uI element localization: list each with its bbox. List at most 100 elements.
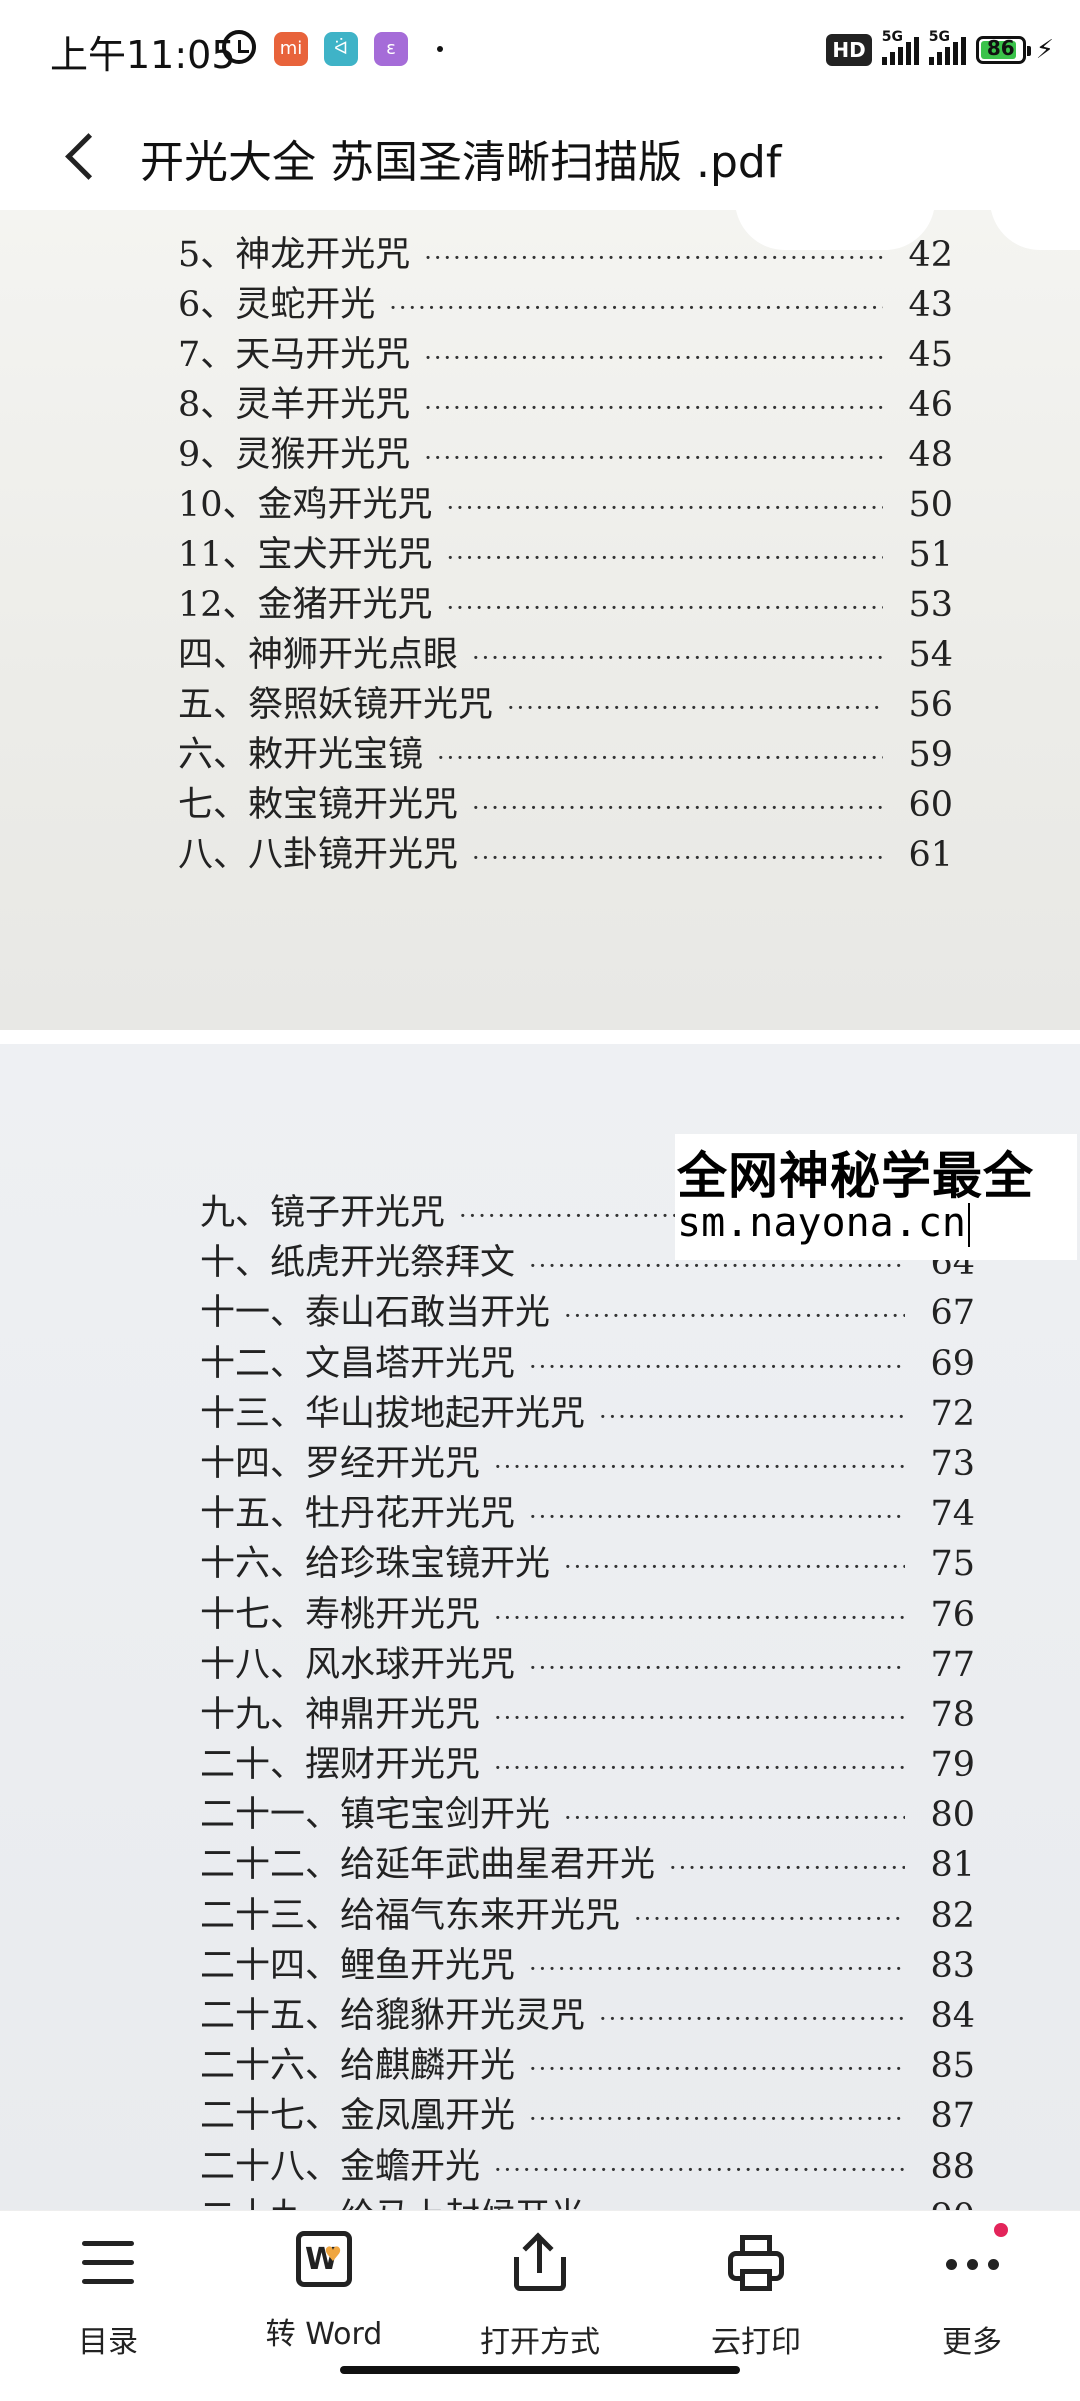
toc-entry-title: 四、神狮开光点眼 xyxy=(178,635,459,675)
toc-entry-page: 87 xyxy=(930,2096,975,2137)
toc-entry[interactable]: 十九、神鼎开光咒 78 xyxy=(200,1686,975,1736)
toc-entry-page: 84 xyxy=(930,1996,975,2036)
toc-entry-title: 二十、摆财开光咒 xyxy=(200,1745,481,1786)
toc-entry-title: 9、灵猴开光咒 xyxy=(178,435,411,475)
toc-entry-page: 61 xyxy=(908,835,953,875)
toc-entry-page: 72 xyxy=(930,1393,975,1434)
toc-entry[interactable]: 十二、文昌塔开光咒 69 xyxy=(200,1335,975,1385)
alarm-icon xyxy=(222,30,256,64)
more-notifications-dot xyxy=(437,46,443,52)
toc-button[interactable]: 目录 xyxy=(28,2231,188,2361)
toc-entry-title: 二十四、鲤鱼开光咒 xyxy=(200,1945,516,1986)
toc-entry[interactable]: 二十七、金凤凰开光 87 xyxy=(200,2087,975,2137)
toc-entry-title: 十六、给珍珠宝镜开光 xyxy=(200,1544,551,1585)
toc-entry-page: 77 xyxy=(930,1644,975,1685)
toc-entry[interactable]: 二十五、给貔貅开光灵咒 84 xyxy=(200,1987,975,2037)
toc-entry[interactable]: 七、敕宝镜开光咒 60 xyxy=(178,776,953,826)
toc-entry-title: 十五、牡丹花开光咒 xyxy=(200,1494,516,1535)
toc-entry-title: 十四、罗经开光咒 xyxy=(200,1443,481,1484)
toc-entry[interactable]: 二十八、金蟾开光 88 xyxy=(200,2138,975,2188)
toc-entry-title: 五、祭照妖镜开光咒 xyxy=(178,685,494,725)
toc-entry-page: 51 xyxy=(908,535,953,575)
more-button[interactable]: 更多 xyxy=(892,2223,1052,2361)
toc-entry[interactable]: 十五、牡丹花开光咒 74 xyxy=(200,1485,975,1535)
more-icon xyxy=(940,2223,1008,2295)
toc-entry[interactable]: 十四、罗经开光咒 73 xyxy=(200,1435,975,1485)
toc-entry[interactable]: 二十六、给麒麟开光 85 xyxy=(200,2037,975,2087)
toc-entry-title: 二十二、给延年武曲星君开光 xyxy=(200,1845,656,1886)
toc-entry[interactable]: 五、祭照妖镜开光咒 56 xyxy=(178,676,953,726)
toc-entry-page: 85 xyxy=(930,2046,975,2087)
toc-entry[interactable]: 四、神狮开光点眼 54 xyxy=(178,626,953,676)
toc-entry-page: 74 xyxy=(930,1494,975,1535)
toc-entry-title: 7、天马开光咒 xyxy=(178,335,411,375)
toc-entry[interactable]: 二十三、给福气东来开光咒 82 xyxy=(200,1887,975,1937)
toc-entry-page: 60 xyxy=(908,785,953,825)
toc-entry-page: 78 xyxy=(930,1694,975,1735)
toc-entry[interactable]: 9、灵猴开光咒 48 xyxy=(178,426,953,476)
toc-entry-title: 九、镜子开光咒 xyxy=(200,1193,446,1233)
toc-entry-title: 10、金鸡开光咒 xyxy=(178,485,433,525)
toc-entry[interactable]: 二十九、给马上封候开光 90 xyxy=(200,2188,975,2210)
toc-entry[interactable]: 6、灵蛇开光 43 xyxy=(178,276,953,326)
toc-entry[interactable]: 二十二、给延年武曲星君开光 81 xyxy=(200,1836,975,1886)
hd-voice-badge: HD xyxy=(826,34,872,66)
toc-entry-title: 十八、风水球开光咒 xyxy=(200,1644,516,1685)
toc-entry[interactable]: 12、金猪开光咒 53 xyxy=(178,576,953,626)
toc-entry[interactable]: 二十一、镇宅宝剑开光 80 xyxy=(200,1786,975,1836)
toc-entry-title: 二十五、给貔貅开光灵咒 xyxy=(200,1996,586,2036)
notification-app-icon-mi: mi xyxy=(274,32,308,66)
convert-to-word-button[interactable]: W ♥ 转 Word xyxy=(244,2231,404,2353)
toc-entry-title: 二十一、镇宅宝剑开光 xyxy=(200,1795,551,1836)
notification-dot xyxy=(994,2223,1008,2237)
toc-entry[interactable]: 二十、摆财开光咒 79 xyxy=(200,1736,975,1786)
notification-app-icon-c: ε xyxy=(374,32,408,66)
table-of-contents: 九、镜子开光咒 十、纸虎开光祭拜文64 十一、泰山石敢当开光67 十二、文昌塔开… xyxy=(200,1184,975,2210)
toc-entry-title: 8、灵羊开光咒 xyxy=(178,385,411,425)
toc-entry[interactable]: 八、八卦镜开光咒 61 xyxy=(178,826,953,876)
toc-entry-page: 76 xyxy=(930,1594,975,1635)
toc-entry-page: 80 xyxy=(930,1795,975,1836)
toc-entry-page: 53 xyxy=(908,585,953,625)
pdf-viewer[interactable]: 5、神龙开光咒 42 6、灵蛇开光 43 7、天马开光咒 45 8、灵羊开光咒 46 9… xyxy=(0,210,1080,2210)
watermark-text: 全网神秘学最全 xyxy=(677,1147,1034,1205)
back-button[interactable] xyxy=(50,120,120,190)
toc-entry-page: 59 xyxy=(908,735,953,775)
convert-to-word-label: 转 Word xyxy=(265,2317,383,2352)
cloud-print-button[interactable]: 云打印 xyxy=(676,2231,836,2361)
toc-entry[interactable]: 5、神龙开光咒 42 xyxy=(178,226,953,276)
share-icon xyxy=(508,2231,572,2295)
open-with-button[interactable]: 打开方式 xyxy=(460,2231,620,2361)
home-indicator[interactable] xyxy=(340,2366,740,2374)
toc-entry-page: 42 xyxy=(908,235,953,275)
toc-entry[interactable]: 11、宝犬开光咒 51 xyxy=(178,526,953,576)
toc-entry[interactable]: 六、敕开光宝镜 59 xyxy=(178,726,953,776)
toc-entry[interactable]: 10、金鸡开光咒 50 xyxy=(178,476,953,526)
toc-entry[interactable]: 8、灵羊开光咒 46 xyxy=(178,376,953,426)
toc-entry[interactable]: 十一、泰山石敢当开光 67 xyxy=(200,1284,975,1334)
toc-entry[interactable]: 十六、给珍珠宝镜开光 75 xyxy=(200,1535,975,1585)
toc-entry-title: 十九、神鼎开光咒 xyxy=(200,1694,481,1735)
toc-entry-title: 11、宝犬开光咒 xyxy=(178,535,433,575)
toc-entry[interactable]: 7、天马开光咒 45 xyxy=(178,326,953,376)
signal-icon-sim1: 5G xyxy=(881,29,919,65)
toc-entry-page: 90 xyxy=(919,2197,975,2210)
toc-entry[interactable]: 十八、风水球开光咒 77 xyxy=(200,1636,975,1686)
toc-entry[interactable]: 十七、寿桃开光咒 76 xyxy=(200,1586,975,1636)
toc-entry[interactable]: 十三、华山拔地起开光咒 72 xyxy=(200,1385,975,1435)
more-label: 更多 xyxy=(942,2325,1002,2360)
toc-entry-title: 八、八卦镜开光咒 xyxy=(178,835,459,875)
toc-entry-page: 83 xyxy=(930,1945,975,1986)
notification-app-icon-b: ᐛ xyxy=(324,32,358,66)
toc-entry-page: 82 xyxy=(930,1895,975,1936)
toc-entry-page: 50 xyxy=(908,485,953,525)
open-with-label: 打开方式 xyxy=(480,2325,600,2360)
toc-entry-page: 75 xyxy=(930,1544,975,1585)
status-bar: 上午11:05 mi ᐛ ε HD 5G 5G 86 ⚡ xyxy=(0,0,1080,100)
toc-entry-title: 十一、泰山石敢当开光 xyxy=(200,1293,551,1334)
toc-entry-page: 46 xyxy=(908,385,953,425)
toc-entry-title: 二十六、给麒麟开光 xyxy=(200,2046,516,2087)
toc-entry[interactable]: 二十四、鲤鱼开光咒 83 xyxy=(200,1937,975,1987)
pdf-page: 九、镜子开光咒 十、纸虎开光祭拜文64 十一、泰山石敢当开光67 十二、文昌塔开… xyxy=(0,1044,1080,2210)
toc-entry-page: 45 xyxy=(908,335,953,375)
